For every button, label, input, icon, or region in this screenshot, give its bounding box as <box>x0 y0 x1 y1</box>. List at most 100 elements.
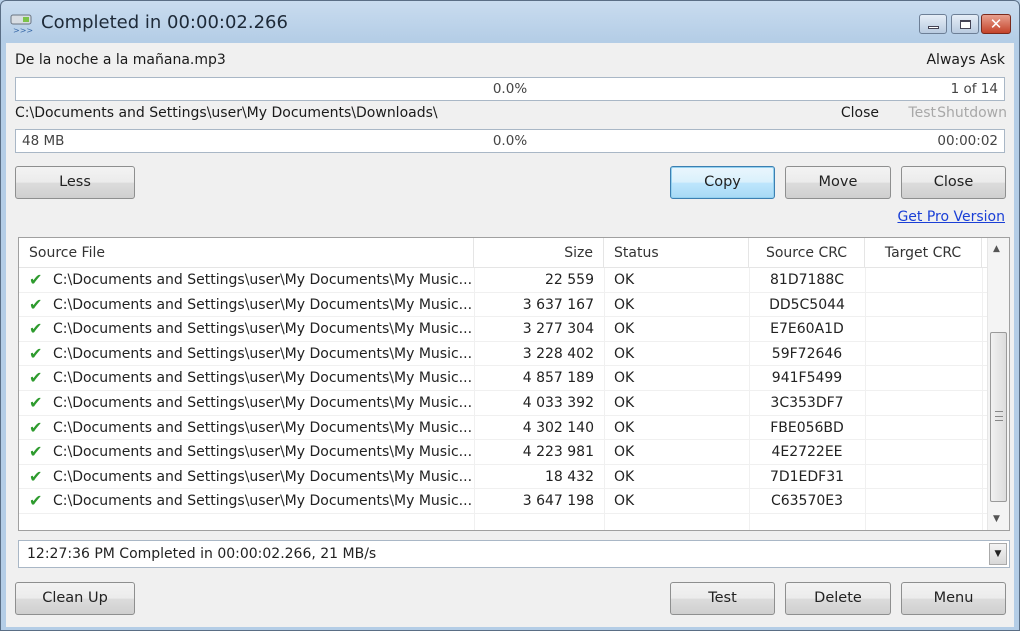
cell-status: OK <box>614 272 635 288</box>
window-title: Completed in 00:00:02.266 <box>41 12 288 33</box>
menu-button[interactable]: Menu <box>901 582 1006 615</box>
table-row[interactable]: ✔ C:\Documents and Settings\user\My Docum… <box>19 366 987 391</box>
column-header-source-crc[interactable]: Source CRC <box>749 238 865 268</box>
cell-source-file: C:\Documents and Settings\user\My Docume… <box>53 370 471 387</box>
column-header-size[interactable]: Size <box>474 238 604 268</box>
cell-size: 4 223 981 <box>522 444 594 461</box>
test-button[interactable]: Test <box>670 582 775 615</box>
cell-source-crc: DD5C5044 <box>769 296 845 313</box>
cell-size: 4 033 392 <box>522 395 594 411</box>
cell-source-file: C:\Documents and Settings\user\My Docume… <box>53 345 471 362</box>
client-area: De la noche a la mañana.mp3 Always Ask 0… <box>6 43 1014 627</box>
checkmark-icon: ✔ <box>29 491 43 511</box>
cell-target-crc <box>865 416 982 440</box>
file-progress-percent: 0.0% <box>492 81 528 97</box>
log-dropdown[interactable]: 12:27:36 PM Completed in 00:00:02.266, 2… <box>18 540 1010 568</box>
cell-source-file: C:\Documents and Settings\user\My Docume… <box>53 444 471 461</box>
cell-source-file: C:\Documents and Settings\user\My Docume… <box>53 468 471 485</box>
copy-window: >>> Completed in 00:00:02.266 ✕ De la no… <box>0 0 1020 631</box>
cell-status: OK <box>614 370 635 387</box>
cell-target-crc <box>865 489 982 513</box>
maximize-button[interactable] <box>951 14 979 34</box>
cell-source-file: C:\Documents and Settings\user\My Docume… <box>53 321 471 338</box>
total-progress-bar: 48 MB 0.0% 00:00:02 <box>15 129 1005 153</box>
total-progress-percent: 0.0% <box>492 133 528 149</box>
cell-source-file: C:\Documents and Settings\user\My Docume… <box>53 419 471 436</box>
scroll-down-arrow-icon[interactable]: ▼ <box>993 514 1000 524</box>
cell-status: OK <box>614 395 635 411</box>
get-pro-version-link[interactable]: Get Pro Version <box>897 209 1005 225</box>
delete-button[interactable]: Delete <box>785 582 891 615</box>
minimize-icon <box>928 26 939 29</box>
table-row[interactable]: ✔ C:\Documents and Settings\user\My Docum… <box>19 440 987 465</box>
cell-size: 3 647 198 <box>522 493 594 510</box>
after-test-option[interactable]: Test <box>908 105 936 121</box>
table-row[interactable]: ✔ C:\Documents and Settings\user\My Docum… <box>19 391 987 416</box>
less-button[interactable]: Less <box>15 166 135 199</box>
cell-target-crc <box>865 268 982 292</box>
copy-button[interactable]: Copy <box>670 166 775 199</box>
file-list[interactable]: Source File Size Status Source CRC Targe… <box>18 237 1010 531</box>
table-row[interactable]: ✔ C:\Documents and Settings\user\My Docum… <box>19 293 987 318</box>
destination-path: C:\Documents and Settings\user\My Docume… <box>15 105 438 121</box>
cell-source-crc: E7E60A1D <box>770 321 844 338</box>
cell-source-file: C:\Documents and Settings\user\My Docume… <box>53 493 471 510</box>
cell-source-file: C:\Documents and Settings\user\My Docume… <box>53 296 471 313</box>
column-header-status[interactable]: Status <box>604 238 749 268</box>
column-header-target-crc[interactable]: Target CRC <box>865 238 982 268</box>
checkmark-icon: ✔ <box>29 294 43 314</box>
after-shutdown-option[interactable]: Shutdown <box>937 105 1007 121</box>
file-list-header: Source File Size Status Source CRC Targe… <box>19 238 987 268</box>
file-count: 1 of 14 <box>950 81 998 97</box>
checkmark-icon: ✔ <box>29 368 43 388</box>
cell-size: 4 857 189 <box>522 370 594 387</box>
cell-size: 3 277 304 <box>522 321 594 338</box>
table-row[interactable]: ✔ C:\Documents and Settings\user\My Docum… <box>19 268 987 293</box>
cell-status: OK <box>614 345 635 362</box>
cell-status: OK <box>614 444 635 461</box>
cell-target-crc <box>865 317 982 341</box>
title-bar[interactable]: >>> Completed in 00:00:02.266 ✕ <box>1 1 1019 43</box>
table-row[interactable]: ✔ C:\Documents and Settings\user\My Docum… <box>19 342 987 367</box>
move-button[interactable]: Move <box>785 166 891 199</box>
cell-size: 22 559 <box>545 272 594 288</box>
dropdown-arrow-icon[interactable]: ▼ <box>989 543 1007 565</box>
current-file-name: De la noche a la mañana.mp3 <box>15 52 226 68</box>
cell-status: OK <box>614 296 635 313</box>
close-button[interactable]: Close <box>901 166 1006 199</box>
cell-status: OK <box>614 493 635 510</box>
minimize-button[interactable] <box>919 14 947 34</box>
column-header-source-file[interactable]: Source File <box>19 238 474 268</box>
cell-source-crc: 81D7188C <box>770 272 844 288</box>
table-row[interactable]: ✔ C:\Documents and Settings\user\My Docum… <box>19 489 987 514</box>
scroll-up-arrow-icon[interactable]: ▲ <box>993 244 1000 254</box>
cell-size: 18 432 <box>545 468 594 485</box>
cell-source-crc: FBE056BD <box>770 419 844 436</box>
cell-source-file: C:\Documents and Settings\user\My Docume… <box>53 395 471 411</box>
overwrite-mode-link[interactable]: Always Ask <box>926 52 1005 68</box>
cell-size: 4 302 140 <box>522 419 594 436</box>
maximize-icon <box>960 20 971 29</box>
cell-source-crc: 941F5499 <box>771 370 843 387</box>
checkmark-icon: ✔ <box>29 417 43 437</box>
table-row[interactable]: ✔ C:\Documents and Settings\user\My Docum… <box>19 416 987 441</box>
cell-target-crc <box>865 440 982 464</box>
grip-icon <box>995 411 1003 421</box>
clean-up-button[interactable]: Clean Up <box>15 582 135 615</box>
close-window-button[interactable]: ✕ <box>981 14 1011 34</box>
cell-status: OK <box>614 419 635 436</box>
cell-target-crc <box>865 293 982 317</box>
close-icon: ✕ <box>989 15 1003 33</box>
vertical-scrollbar[interactable]: ▲ ▼ <box>987 238 1009 530</box>
table-row[interactable]: ✔ C:\Documents and Settings\user\My Docum… <box>19 465 987 490</box>
copy-app-icon: >>> <box>10 14 33 35</box>
scroll-thumb[interactable] <box>990 332 1007 502</box>
cell-size: 3 637 167 <box>522 296 594 313</box>
checkmark-icon: ✔ <box>29 343 43 363</box>
table-row[interactable]: ✔ C:\Documents and Settings\user\My Docum… <box>19 317 987 342</box>
after-close-option[interactable]: Close <box>841 105 879 121</box>
cell-source-crc: C63570E3 <box>770 493 844 510</box>
cell-target-crc <box>865 465 982 489</box>
checkmark-icon: ✔ <box>29 270 43 289</box>
cell-source-file: C:\Documents and Settings\user\My Docume… <box>53 272 471 288</box>
